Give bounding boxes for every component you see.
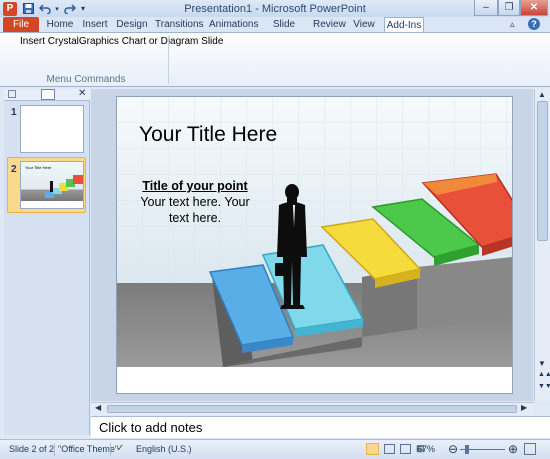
tab-view[interactable]: View: [351, 17, 377, 32]
slides-tab-icon[interactable]: [8, 90, 16, 98]
ribbon-group-label: Menu Commands: [46, 74, 126, 85]
title-bar: P ▾ ▾ Presentation1 - Microsoft PowerPoi…: [0, 0, 550, 17]
scroll-right-icon[interactable]: ▶: [521, 403, 527, 412]
slide-title[interactable]: Your Title Here: [139, 123, 277, 147]
notes-placeholder[interactable]: Click to add notes: [99, 420, 202, 435]
slides-pane-tabs: ✕: [4, 88, 90, 101]
zoom-in-icon[interactable]: ⊕: [508, 442, 518, 456]
fit-slide-icon[interactable]: [524, 443, 536, 455]
scroll-down-icon[interactable]: ▼: [538, 359, 546, 368]
tab-slide-show[interactable]: Slide Show: [262, 17, 306, 45]
tab-animations[interactable]: Animations: [209, 17, 258, 32]
reading-view-icon[interactable]: [400, 444, 411, 454]
normal-view-icon[interactable]: [366, 443, 379, 455]
minimize-button[interactable]: ‒: [474, 0, 498, 16]
tab-insert[interactable]: Insert: [80, 17, 110, 32]
tab-add-ins[interactable]: Add-Ins: [384, 17, 424, 32]
horizontal-scrollbar[interactable]: ◀ ▶: [91, 402, 534, 415]
zoom-slider-thumb[interactable]: [465, 445, 469, 454]
spelling-check-icon[interactable]: ✓: [116, 443, 124, 454]
notes-pane[interactable]: Click to add notes: [91, 416, 550, 438]
vertical-scrollbar[interactable]: ▲ ▼ ▲▲ ▼▼: [534, 89, 550, 401]
slide-thumbnail-2[interactable]: Your Title Here: [20, 161, 84, 209]
point-body[interactable]: Your text here. Your text here.: [134, 194, 256, 226]
thumbnail-number: 1: [11, 107, 17, 118]
tab-home[interactable]: Home: [43, 17, 77, 32]
close-icon: ✕: [529, 2, 539, 13]
thumbnail-stairs-graphic: [45, 175, 83, 198]
tab-review[interactable]: Review: [313, 17, 346, 32]
tab-design[interactable]: Design: [116, 17, 148, 32]
horizontal-scroll-thumb[interactable]: [107, 405, 517, 413]
status-separator: [110, 443, 111, 456]
scroll-up-icon[interactable]: ▲: [538, 90, 546, 99]
vertical-scroll-thumb[interactable]: [537, 101, 548, 241]
slide-counter[interactable]: Slide 2 of 2: [9, 444, 54, 454]
point-title[interactable]: Title of your point: [134, 179, 256, 193]
scroll-left-icon[interactable]: ◀: [95, 403, 101, 412]
previous-slide-icon[interactable]: ▲▲: [538, 371, 550, 378]
status-bar: Slide 2 of 2 "Office Theme" ✓ English (U…: [0, 439, 550, 459]
close-button[interactable]: ✕: [520, 0, 548, 16]
help-icon[interactable]: ?: [528, 18, 540, 30]
ribbon-collapse-icon[interactable]: ▵: [510, 19, 515, 30]
current-slide[interactable]: Your Title Here Title of your point Your…: [116, 96, 513, 394]
thumbnail-number: 2: [11, 164, 17, 175]
outline-tab-icon[interactable]: [41, 89, 55, 100]
insert-crystalgraphics-command[interactable]: Insert CrystalGraphics Chart or Diagram …: [20, 36, 223, 47]
next-slide-icon[interactable]: ▼▼: [538, 383, 550, 390]
window-title: Presentation1 - Microsoft PowerPoint: [184, 3, 366, 15]
status-separator: [54, 443, 55, 456]
tab-transitions[interactable]: Transitions: [155, 17, 204, 32]
ribbon-tabs: File Home Insert Design Transitions Anim…: [0, 17, 550, 45]
slide-sorter-icon[interactable]: [384, 444, 395, 454]
close-pane-icon[interactable]: ✕: [78, 88, 86, 99]
restore-button[interactable]: ❐: [498, 0, 520, 16]
tab-file[interactable]: File: [3, 17, 39, 32]
zoom-out-icon[interactable]: ⊖: [448, 442, 458, 456]
minimize-icon: ‒: [483, 2, 489, 13]
zoom-level[interactable]: 67%: [417, 444, 435, 454]
ribbon-group-separator: [168, 36, 169, 84]
restore-icon: ❐: [504, 2, 514, 13]
language-indicator[interactable]: English (U.S.): [136, 444, 192, 454]
slide-thumbnail-1[interactable]: [20, 105, 84, 153]
